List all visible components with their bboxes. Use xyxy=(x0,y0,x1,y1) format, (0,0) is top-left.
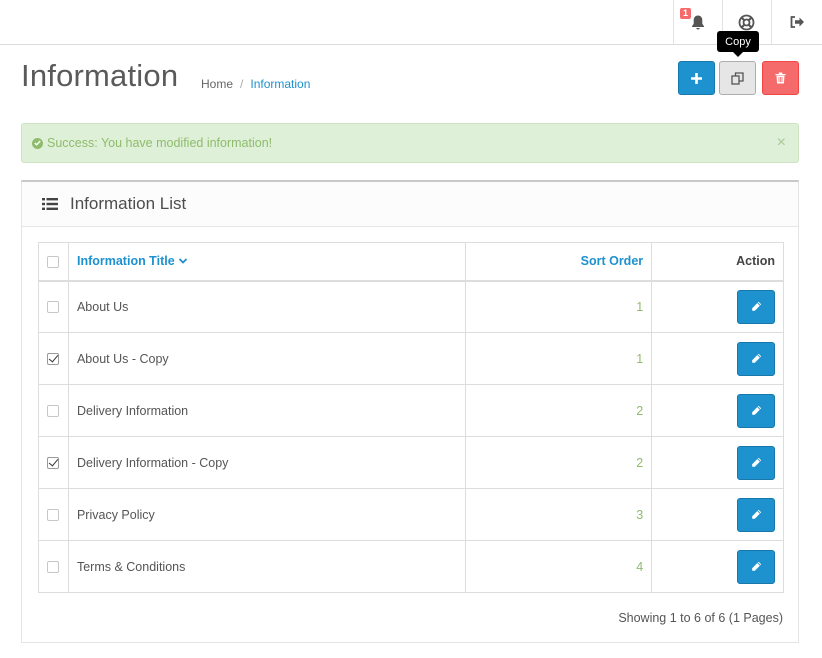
sign-out-icon xyxy=(790,16,804,28)
table-body: About Us 1 About Us - Copy 1 Delivery Inform… xyxy=(38,280,784,593)
panel-title: Information List xyxy=(70,194,187,213)
breadcrumb: Home / Information xyxy=(201,77,310,91)
action-column-header: Action xyxy=(651,242,784,282)
edit-button[interactable] xyxy=(737,445,775,480)
breadcrumb-separator: / xyxy=(240,77,244,91)
check-circle-icon xyxy=(32,137,43,149)
table-row: Delivery Information - Copy 2 xyxy=(38,436,784,489)
sort-order-column-header[interactable]: Sort Order xyxy=(465,242,653,282)
alert-message: Success: You have modified information! xyxy=(47,136,273,150)
row-title: Privacy Policy xyxy=(67,488,467,541)
row-title: Delivery Information xyxy=(67,384,467,437)
success-alert: Success: You have modified information! … xyxy=(21,123,799,163)
row-checkbox[interactable] xyxy=(47,353,60,366)
top-navbar: 1 xyxy=(0,0,822,45)
notification-badge: 1 xyxy=(680,8,692,19)
trash-icon xyxy=(775,72,786,84)
select-all-cell xyxy=(38,242,69,282)
row-sort-order: 1 xyxy=(465,332,653,385)
row-select-cell xyxy=(38,540,69,593)
pencil-icon xyxy=(751,405,761,415)
information-list-panel: Information List Information Title Sort … xyxy=(21,180,799,643)
row-title: Delivery Information - Copy xyxy=(67,436,467,489)
row-action-cell xyxy=(651,280,784,333)
row-title: About Us xyxy=(67,280,467,333)
add-new-button[interactable] xyxy=(678,61,715,95)
row-select-cell xyxy=(38,280,69,333)
row-select-cell xyxy=(38,436,69,489)
row-action-cell xyxy=(651,540,784,593)
copy-button[interactable] xyxy=(719,61,756,95)
logout-button[interactable] xyxy=(771,0,822,44)
row-checkbox[interactable] xyxy=(47,509,60,522)
row-checkbox[interactable] xyxy=(47,457,60,470)
plus-icon xyxy=(691,72,702,84)
bell-icon xyxy=(691,15,704,29)
pencil-icon xyxy=(751,302,761,312)
edit-button[interactable] xyxy=(737,549,775,584)
pencil-icon xyxy=(751,561,761,571)
lifebuoy-icon xyxy=(738,14,755,30)
edit-button[interactable] xyxy=(737,497,775,532)
row-sort-order: 3 xyxy=(465,488,653,541)
panel-heading: Information List xyxy=(22,182,798,227)
row-select-cell xyxy=(38,384,69,437)
information-table: Information Title Sort Order Action Abou… xyxy=(38,242,784,593)
title-column-label: Information Title xyxy=(76,254,175,269)
row-action-cell xyxy=(651,488,784,541)
table-header-row: Information Title Sort Order Action xyxy=(38,242,784,282)
row-action-cell xyxy=(651,436,784,489)
row-sort-order: 2 xyxy=(465,384,653,437)
table-row: Delivery Information 2 xyxy=(38,384,784,437)
delete-button[interactable] xyxy=(762,61,799,95)
table-row: About Us 1 xyxy=(38,280,784,333)
row-action-cell xyxy=(651,384,784,437)
page-title: Information xyxy=(21,58,179,93)
edit-button[interactable] xyxy=(737,393,775,428)
row-sort-order: 4 xyxy=(465,540,653,593)
notifications-button[interactable]: 1 xyxy=(673,0,721,44)
row-sort-order: 2 xyxy=(465,436,653,489)
breadcrumb-home-link[interactable]: Home xyxy=(201,77,233,91)
table-row: About Us - Copy 1 xyxy=(38,332,784,385)
select-all-checkbox[interactable] xyxy=(47,255,60,268)
edit-button[interactable] xyxy=(737,289,775,324)
row-select-cell xyxy=(38,332,69,385)
row-sort-order: 1 xyxy=(465,280,653,333)
table-row: Terms & Conditions 4 xyxy=(38,540,784,593)
row-title: About Us - Copy xyxy=(67,332,467,385)
row-checkbox[interactable] xyxy=(47,561,60,574)
copy-icon xyxy=(731,71,744,85)
copy-tooltip: Copy xyxy=(717,31,759,57)
row-select-cell xyxy=(38,488,69,541)
row-checkbox[interactable] xyxy=(47,405,60,418)
pencil-icon xyxy=(751,457,761,467)
caret-down-icon xyxy=(178,258,187,265)
alert-close-button[interactable]: × xyxy=(777,135,786,151)
row-action-cell xyxy=(651,332,784,385)
pencil-icon xyxy=(751,509,761,519)
row-checkbox[interactable] xyxy=(47,301,60,314)
row-title: Terms & Conditions xyxy=(67,540,467,593)
pagination-summary: Showing 1 to 6 of 6 (1 Pages) xyxy=(618,611,783,625)
breadcrumb-information-link[interactable]: Information xyxy=(250,77,310,91)
pencil-icon xyxy=(751,353,761,363)
table-row: Privacy Policy 3 xyxy=(38,488,784,541)
title-column-header[interactable]: Information Title xyxy=(67,242,467,282)
list-icon xyxy=(42,198,58,210)
edit-button[interactable] xyxy=(737,341,775,376)
